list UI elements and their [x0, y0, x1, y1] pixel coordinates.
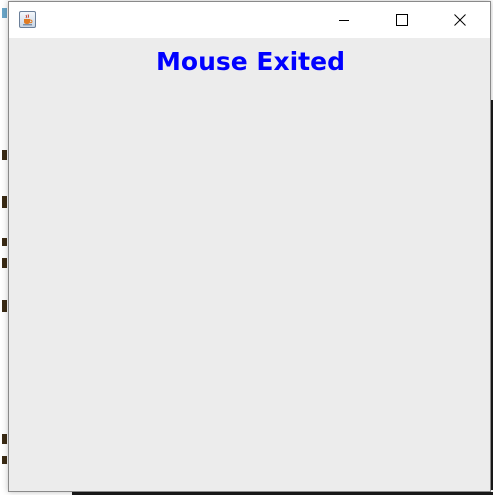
close-icon	[454, 14, 466, 26]
close-button[interactable]	[437, 2, 483, 38]
maximize-button[interactable]	[379, 2, 425, 38]
minimize-icon	[339, 20, 349, 21]
maximize-icon	[396, 14, 408, 26]
title-bar[interactable]	[9, 2, 490, 38]
mouse-status-label: Mouse Exited	[156, 47, 345, 76]
app-window: Mouse Exited	[8, 1, 491, 492]
minimize-button[interactable]	[321, 2, 367, 38]
java-cup-icon[interactable]	[19, 11, 36, 28]
content-panel[interactable]	[9, 38, 490, 491]
